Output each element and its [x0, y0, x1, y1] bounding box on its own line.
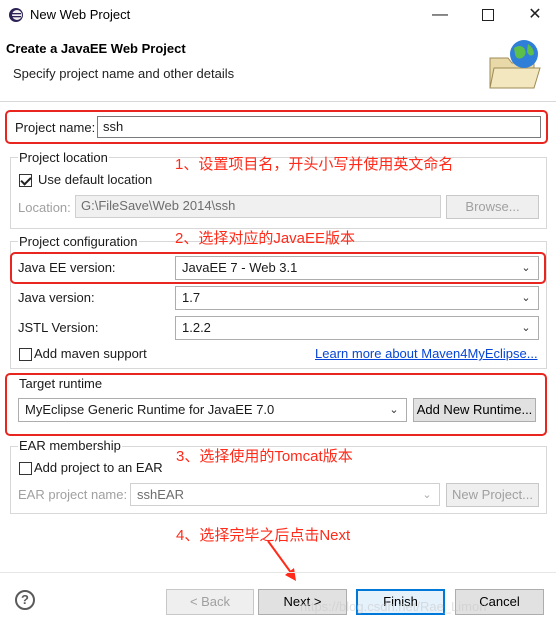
annotation-arrow-icon [267, 540, 296, 581]
maximize-icon [482, 8, 494, 21]
chevron-down-icon: ⌄ [422, 488, 432, 501]
add-new-runtime-button[interactable]: Add New Runtime... [413, 398, 536, 422]
annotation-step-3: 3、选择使用的Tomcat版本 [176, 448, 353, 465]
use-default-location-label: Use default location [38, 172, 153, 187]
add-to-ear-checkbox[interactable] [19, 462, 32, 475]
add-maven-support-checkbox[interactable] [19, 348, 32, 361]
ear-project-name-select[interactable]: sshEAR ⌄ [130, 483, 440, 506]
chevron-down-icon: ⌄ [521, 262, 531, 274]
browse-button[interactable]: Browse... [446, 195, 539, 219]
jstl-version-select[interactable]: 1.2.2 ⌄ [175, 316, 539, 340]
chevron-down-icon: ⌄ [521, 322, 531, 334]
project-name-input[interactable]: ssh [97, 116, 541, 138]
ear-project-name-label: EAR project name: [18, 487, 128, 502]
java-version-select[interactable]: 1.7 ⌄ [175, 286, 539, 310]
back-button[interactable]: < Back [166, 589, 254, 615]
location-label: Location: [18, 200, 71, 215]
cancel-button[interactable]: Cancel [455, 589, 544, 615]
chevron-down-icon: ⌄ [521, 292, 531, 304]
eclipse-app-icon [9, 8, 23, 22]
wizard-subtitle: Specify project name and other details [13, 66, 235, 81]
help-icon[interactable]: ? [15, 590, 35, 610]
jstl-version-label: JSTL Version: [18, 320, 99, 335]
javaee-version-value: JavaEE 7 - Web 3.1 [182, 260, 298, 275]
java-version-label: Java version: [18, 290, 95, 305]
jstl-version-value: 1.2.2 [182, 320, 211, 335]
location-input[interactable]: G:\FileSave\Web 2014\ssh [75, 195, 441, 218]
chevron-down-icon: ⌄ [389, 404, 399, 416]
add-to-ear-label: Add project to an EAR [34, 460, 163, 475]
learn-maven-link[interactable]: Learn more about Maven4MyEclipse... [315, 346, 538, 361]
new-ear-project-button[interactable]: New Project... [446, 483, 539, 507]
maximize-button[interactable] [476, 4, 500, 26]
ear-project-name-value: sshEAR [137, 487, 184, 502]
project-location-group-label: Project location [18, 150, 109, 165]
finish-button[interactable]: Finish [356, 589, 445, 615]
target-runtime-group-label: Target runtime [19, 376, 103, 391]
javaee-version-label: Java EE version: [18, 260, 116, 275]
footer-separator [0, 572, 556, 573]
web-project-wizard-icon [489, 40, 541, 89]
annotation-step-2: 2、选择对应的JavaEE版本 [175, 230, 356, 247]
target-runtime-value: MyEclipse Generic Runtime for JavaEE 7.0 [25, 402, 275, 417]
project-name-label: Project name: [15, 120, 96, 135]
javaee-version-select[interactable]: JavaEE 7 - Web 3.1 ⌄ [175, 256, 539, 280]
close-button[interactable]: ✕ [523, 4, 547, 26]
ear-membership-group-label: EAR membership [18, 438, 122, 453]
target-runtime-select[interactable]: MyEclipse Generic Runtime for JavaEE 7.0… [18, 398, 407, 422]
project-configuration-group-label: Project configuration [18, 234, 139, 249]
next-button[interactable]: Next > [258, 589, 347, 615]
header-separator [0, 101, 556, 102]
java-version-value: 1.7 [182, 290, 201, 305]
wizard-title: Create a JavaEE Web Project [6, 41, 186, 56]
minimize-button[interactable]: — [428, 4, 452, 26]
add-maven-support-label: Add maven support [34, 346, 147, 361]
window-title: New Web Project [30, 7, 131, 22]
use-default-location-checkbox[interactable] [19, 174, 32, 187]
annotation-step-1: 1、设置项目名，开头小写并使用英文命名 [175, 156, 454, 173]
